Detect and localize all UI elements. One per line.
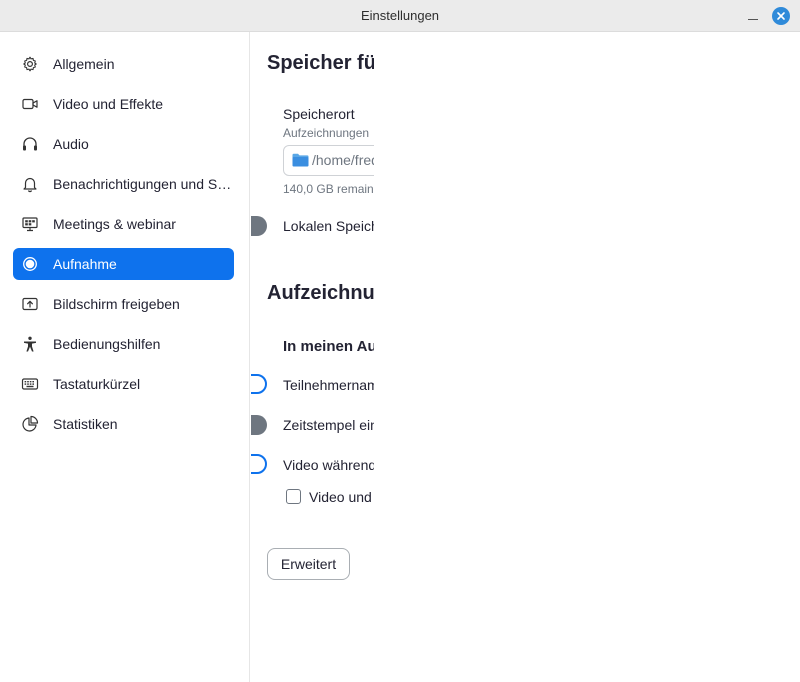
section-title-storage: Speicher für <box>267 52 374 74</box>
minimize-button[interactable] <box>744 6 762 26</box>
free-space-text: 140,0 GB remaining <box>283 182 374 196</box>
close-icon <box>777 12 785 20</box>
timestamp-toggle[interactable] <box>251 415 267 435</box>
headphones-icon <box>23 137 37 151</box>
sidebar-item-aufnahme[interactable]: Aufnahme <box>13 248 234 280</box>
recording-settings-panel: Speicher für Speicherort Aufzeichnungen … <box>251 32 374 682</box>
local-storage-label: Lokalen Speicher <box>283 218 374 234</box>
sidebar-item-bildschirm-freigeben[interactable]: Bildschirm freigeben <box>13 288 234 320</box>
share-screen-icon <box>22 297 38 311</box>
sidebar-item-label: Aufnahme <box>53 256 117 272</box>
sidebar-item-tastaturkuerzel[interactable]: Tastaturkürzel <box>13 368 234 400</box>
sidebar-item-label: Tastaturkürzel <box>53 376 141 392</box>
record-icon <box>23 257 37 271</box>
storage-location-label: Speicherort <box>283 106 355 122</box>
sidebar-item-bedienungshilfen[interactable]: Bedienungshilfen <box>13 328 234 360</box>
sidebar-item-allgemein[interactable]: Allgemein <box>13 48 234 80</box>
storage-path-text: /home/freddy <box>312 152 374 168</box>
storage-location-subtitle: Aufzeichnungen <box>283 126 370 140</box>
storage-path-field[interactable]: /home/freddy <box>283 145 374 176</box>
close-button[interactable] <box>772 7 790 25</box>
sidebar-item-label: Benachrichtigungen und Sounds <box>53 176 233 192</box>
title-bar: Einstellungen <box>0 0 800 32</box>
meeting-monitor-icon <box>22 217 38 232</box>
settings-sidebar: Allgemein Video und Effekte Audio Benach… <box>0 32 250 682</box>
participant-names-label: Teilnehmernamen <box>283 377 374 393</box>
sidebar-item-label: Allgemein <box>53 56 115 72</box>
sidebar-item-statistiken[interactable]: Statistiken <box>13 408 234 440</box>
sidebar-item-label: Meetings & webinar <box>53 216 176 232</box>
video-camera-icon <box>22 98 38 110</box>
sidebar-item-label: Statistiken <box>53 416 118 432</box>
video-during-toggle[interactable] <box>251 454 267 474</box>
video-and-checkbox[interactable] <box>286 489 301 504</box>
sidebar-item-benachrichtigungen[interactable]: Benachrichtigungen und Sounds <box>13 168 234 200</box>
timestamp-label: Zeitstempel einfügen <box>283 417 374 433</box>
gear-icon <box>23 56 37 72</box>
pie-chart-icon <box>22 415 39 432</box>
sidebar-item-label: Bedienungshilfen <box>53 336 161 352</box>
video-during-label: Video während <box>283 457 374 473</box>
folder-icon <box>292 153 309 167</box>
section-title-recording: Aufzeichnungen <box>267 282 374 304</box>
window-title: Einstellungen <box>360 8 440 23</box>
sidebar-item-label: Bildschirm freigeben <box>53 296 180 312</box>
keyboard-icon <box>21 378 39 390</box>
sidebar-item-label: Video und Effekte <box>53 96 164 112</box>
video-and-label: Video und <box>309 489 372 505</box>
accessibility-icon <box>24 336 36 352</box>
advanced-button[interactable]: Erweitert <box>267 548 350 580</box>
local-storage-toggle[interactable] <box>251 216 267 236</box>
bell-icon <box>23 177 37 193</box>
sidebar-item-audio[interactable]: Audio <box>13 128 234 160</box>
sidebar-item-video-und-effekte[interactable]: Video und Effekte <box>13 88 234 120</box>
sidebar-item-meetings-webinar[interactable]: Meetings & webinar <box>13 208 234 240</box>
participant-names-toggle[interactable] <box>251 374 267 394</box>
sidebar-item-label: Audio <box>53 136 89 152</box>
in-my-recordings-heading: In meinen Aufzeichnungen <box>283 338 374 355</box>
